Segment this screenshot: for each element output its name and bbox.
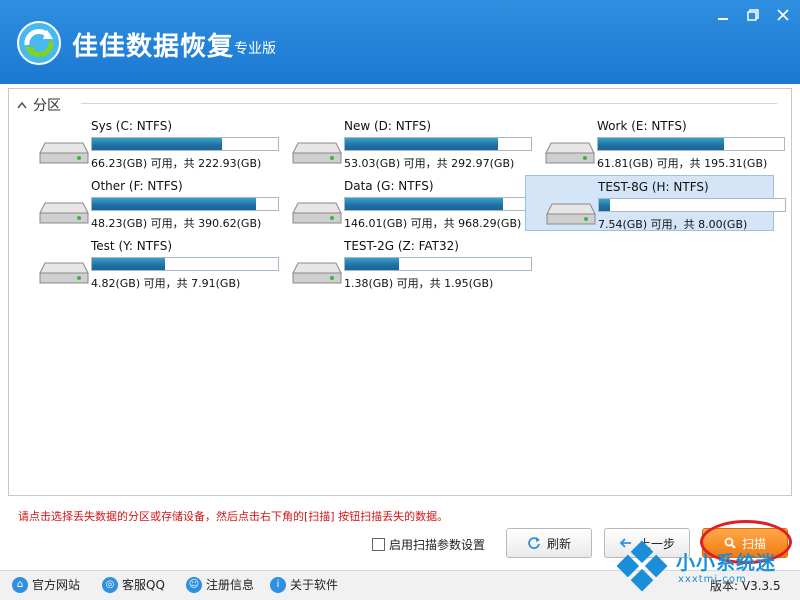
scan-params-checkbox[interactable] [372, 538, 385, 551]
drive-name: Data (G: NTFS) [344, 179, 434, 193]
drive-name: Work (E: NTFS) [597, 119, 687, 133]
drive-tile[interactable]: TEST-8G (H: NTFS) 7.54(GB) 可用，共 8.00(GB) [525, 175, 786, 231]
drive-tile[interactable]: TEST-2G (Z: FAT32) 1.38(GB) 可用，共 1.95(GB) [272, 235, 532, 291]
drive-usage-fill [345, 138, 498, 150]
drive-usage-bar [344, 197, 532, 211]
restore-icon [747, 9, 759, 21]
drive-usage-fill [92, 258, 165, 270]
drive-capacity: 4.82(GB) 可用，共 7.91(GB) [91, 277, 241, 290]
footer-link-label: 关于软件 [290, 578, 339, 592]
app-logo-icon [17, 21, 61, 65]
hard-drive-icon [39, 142, 89, 164]
drive-usage-bar [598, 198, 786, 212]
drive-usage-bar [597, 137, 785, 151]
drive-usage-fill [92, 198, 256, 210]
drive-name: TEST-2G (Z: FAT32) [344, 239, 459, 253]
search-icon [724, 537, 736, 549]
arrow-left-icon [619, 538, 631, 548]
drive-usage-fill [92, 138, 223, 150]
version-text: 版本: V3.3.5 [710, 579, 781, 593]
previous-step-label: 上一步 [638, 536, 675, 551]
home-icon: ⌂ [12, 576, 28, 593]
drive-usage-fill [598, 138, 725, 150]
hard-drive-icon [39, 262, 89, 284]
drive-capacity: 146.01(GB) 可用，共 968.29(GB) [344, 217, 522, 230]
title-bar: 佳佳数据恢复 专业版 [0, 0, 800, 84]
drive-usage-bar [344, 257, 532, 271]
drive-name: TEST-8G (H: NTFS) [598, 180, 709, 194]
footer-link-label: 注册信息 [206, 578, 255, 592]
drive-usage-bar [91, 257, 279, 271]
minimize-button[interactable] [710, 4, 736, 26]
section-divider [81, 103, 777, 104]
previous-step-button[interactable]: 上一步 [604, 528, 690, 558]
hint-text: 请点击选择丢失数据的分区或存储设备，然后点击右下角的[扫描] 按钮扫描丢失的数据… [18, 510, 449, 523]
drive-name: New (D: NTFS) [344, 119, 432, 133]
footer-link-register[interactable]: ☺ 注册信息 [186, 576, 254, 593]
refresh-icon [528, 537, 540, 549]
drive-tile[interactable]: Data (G: NTFS) 146.01(GB) 可用，共 968.29(GB) [272, 175, 532, 231]
person-icon: ☺ [186, 576, 202, 593]
headset-icon: ◎ [102, 576, 118, 593]
hard-drive-icon [292, 262, 342, 284]
hard-drive-icon [39, 202, 89, 224]
section-header: 分区 [17, 95, 61, 115]
drive-tile[interactable]: Other (F: NTFS) 48.23(GB) 可用，共 390.62(GB) [19, 175, 279, 231]
drive-usage-bar [344, 137, 532, 151]
drive-tile[interactable]: New (D: NTFS) 53.03(GB) 可用，共 292.97(GB) [272, 115, 532, 171]
close-icon [777, 9, 789, 21]
section-label: 分区 [33, 98, 61, 114]
drive-capacity: 53.03(GB) 可用，共 292.97(GB) [344, 157, 515, 170]
drive-name: Test (Y: NTFS) [91, 239, 173, 253]
drive-usage-bar [91, 197, 279, 211]
drive-tile[interactable]: Sys (C: NTFS) 66.23(GB) 可用，共 222.93(GB) [19, 115, 279, 171]
close-button[interactable] [770, 4, 796, 26]
drive-capacity: 66.23(GB) 可用，共 222.93(GB) [91, 157, 262, 170]
restore-button[interactable] [740, 4, 766, 26]
drive-tile[interactable]: Test (Y: NTFS) 4.82(GB) 可用，共 7.91(GB) [19, 235, 279, 291]
scan-label: 扫描 [741, 536, 766, 551]
drive-usage-fill [345, 258, 399, 270]
chevron-up-icon [17, 101, 27, 109]
drive-capacity: 7.54(GB) 可用，共 8.00(GB) [598, 218, 748, 231]
drive-name: Sys (C: NTFS) [91, 119, 172, 133]
footer-link-label: 官方网站 [32, 578, 81, 592]
refresh-button[interactable]: 刷新 [506, 528, 592, 558]
minimize-icon [718, 18, 728, 20]
drive-usage-bar [91, 137, 279, 151]
hard-drive-icon [292, 202, 342, 224]
refresh-label: 刷新 [546, 536, 571, 551]
drive-capacity: 48.23(GB) 可用，共 390.62(GB) [91, 217, 262, 230]
footer-link-website[interactable]: ⌂ 官方网站 [12, 576, 80, 593]
footer-link-support-qq[interactable]: ◎ 客服QQ [102, 576, 165, 593]
scan-button[interactable]: 扫描 [702, 528, 788, 558]
footer-link-about[interactable]: i 关于软件 [270, 576, 338, 593]
drive-usage-fill [345, 198, 504, 210]
footer-link-label: 客服QQ [122, 578, 165, 592]
scan-params-option[interactable]: 启用扫描参数设置 [372, 536, 485, 553]
footer-bar: ⌂ 官方网站 ◎ 客服QQ ☺ 注册信息 i 关于软件 版本: V3.3.5 [0, 570, 800, 600]
drive-name: Other (F: NTFS) [91, 179, 183, 193]
hard-drive-icon [292, 142, 342, 164]
drive-capacity: 1.38(GB) 可用，共 1.95(GB) [344, 277, 494, 290]
drive-tile[interactable]: Work (E: NTFS) 61.81(GB) 可用，共 195.31(GB) [525, 115, 785, 171]
app-edition: 专业版 [234, 41, 276, 57]
hard-drive-icon [546, 203, 596, 225]
drive-capacity: 61.81(GB) 可用，共 195.31(GB) [597, 157, 768, 170]
app-title: 佳佳数据恢复 [72, 32, 235, 62]
partition-panel: 分区 Sys (C: NTFS) 66.23(GB) 可用，共 222.93(GB… [8, 88, 792, 496]
drive-usage-fill [599, 199, 611, 211]
info-icon: i [270, 576, 286, 593]
hard-drive-icon [545, 142, 595, 164]
scan-params-label: 启用扫描参数设置 [389, 538, 486, 552]
